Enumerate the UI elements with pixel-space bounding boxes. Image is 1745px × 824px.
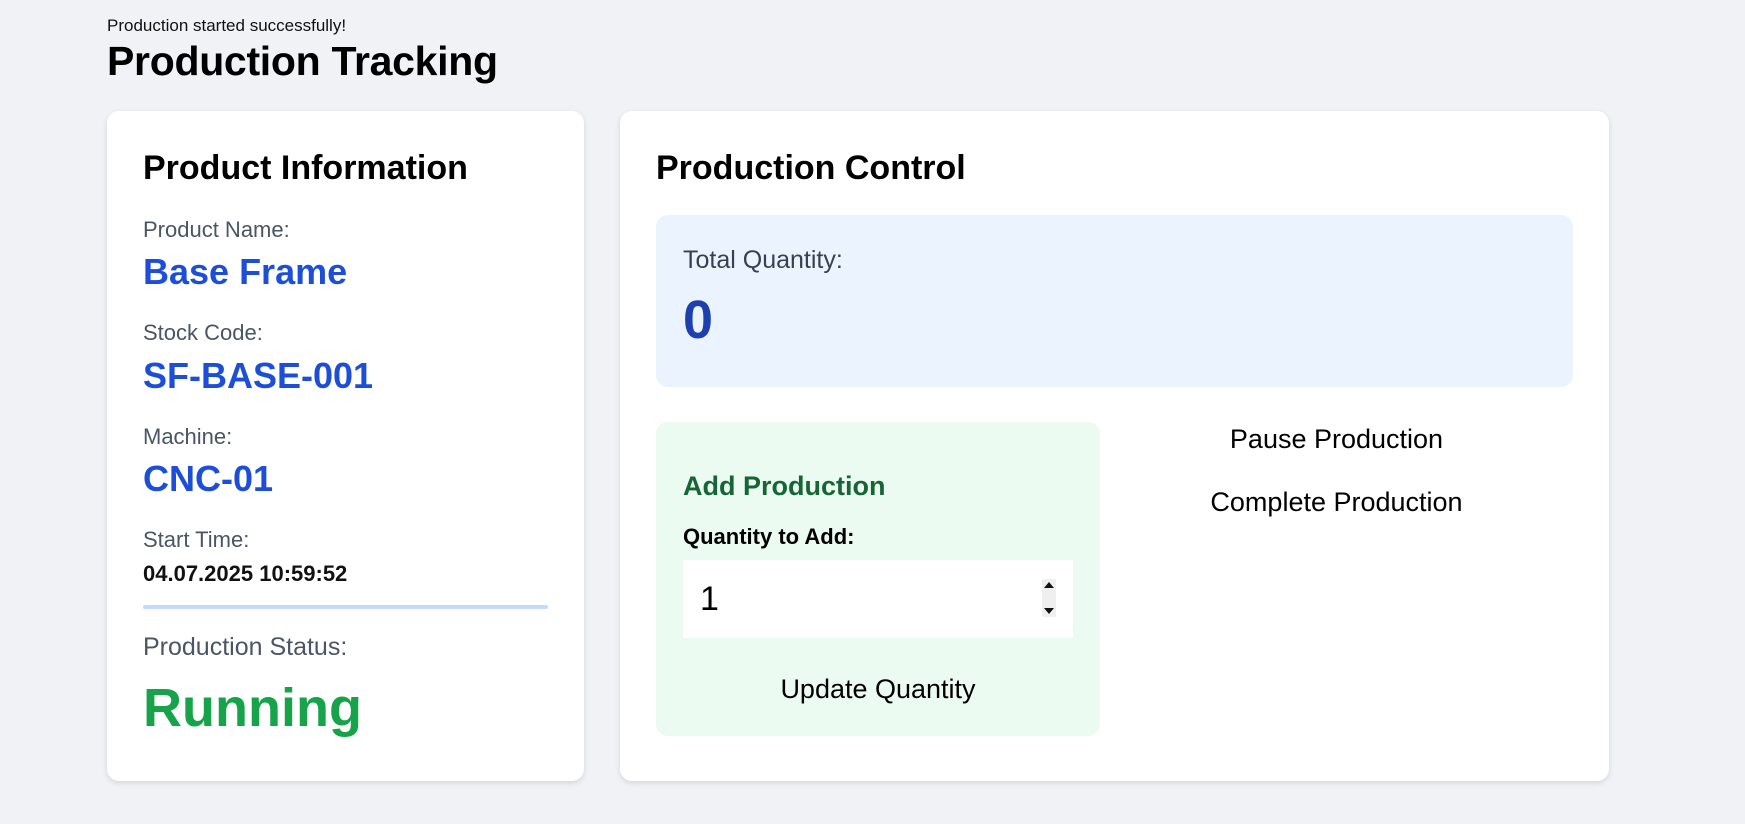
stepper-down-icon[interactable]	[1044, 608, 1054, 614]
product-name-label: Product Name:	[143, 217, 290, 242]
machine-value: CNC-01	[143, 458, 274, 499]
total-quantity-label: Total Quantity:	[683, 246, 843, 274]
quantity-input-value[interactable]: 1	[700, 580, 719, 619]
product-information-title: Product Information	[143, 149, 468, 187]
complete-production-button[interactable]: Complete Production	[1100, 487, 1573, 518]
production-control-card: Production Control Total Quantity: 0 Add…	[620, 111, 1609, 781]
start-time-label: Start Time:	[143, 527, 250, 552]
page-title: Production Tracking	[107, 38, 498, 84]
divider	[143, 605, 548, 609]
stock-code-value: SF-BASE-001	[143, 355, 374, 396]
production-control-title: Production Control	[656, 149, 966, 187]
product-information-card: Product Information Product Name: Base F…	[107, 111, 584, 781]
pause-production-button[interactable]: Pause Production	[1100, 424, 1573, 455]
flash-message: Production started successfully!	[107, 16, 347, 35]
total-quantity-value: 0	[683, 290, 714, 350]
quantity-input[interactable]: 1	[683, 560, 1073, 638]
quantity-stepper[interactable]	[1042, 579, 1056, 617]
production-status-value: Running	[143, 678, 362, 738]
total-quantity-panel: Total Quantity: 0	[656, 215, 1573, 387]
start-time-value: 04.07.2025 10:59:52	[143, 561, 348, 586]
add-production-panel: Add Production Quantity to Add: 1 Update…	[656, 422, 1100, 736]
production-status-label: Production Status:	[143, 633, 348, 661]
stepper-up-icon[interactable]	[1044, 582, 1054, 588]
machine-label: Machine:	[143, 424, 233, 449]
add-production-title: Add Production	[683, 471, 886, 501]
product-name-value: Base Frame	[143, 251, 348, 292]
update-quantity-button[interactable]: Update Quantity	[656, 674, 1100, 705]
stock-code-label: Stock Code:	[143, 320, 263, 345]
quantity-to-add-label: Quantity to Add:	[683, 524, 855, 549]
